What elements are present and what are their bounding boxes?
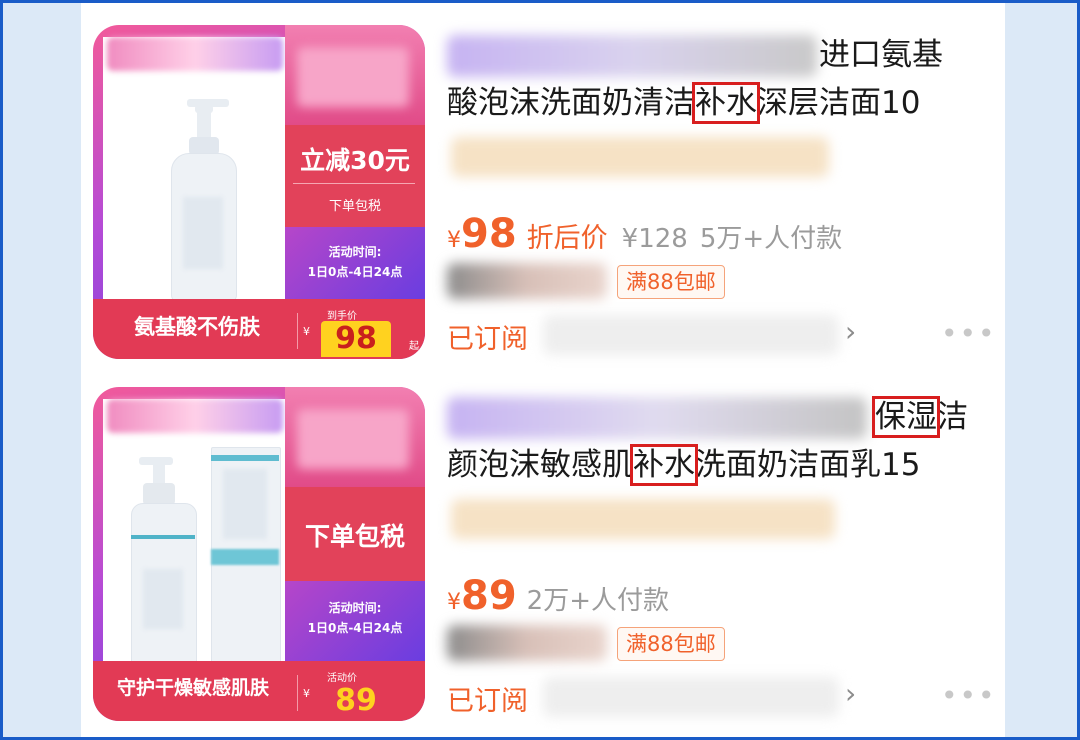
event-time-panel: 活动时间: 1日0点-4日24点: [285, 227, 425, 299]
product-title-line1[interactable]: 进口氨基: [447, 31, 1080, 79]
subscribed-status[interactable]: 已订阅: [447, 679, 528, 718]
product-slogan: 氨基酸不伤肤: [134, 315, 260, 339]
product-title-line2[interactable]: 酸泡沫洗面奶清洁补水深层洁面10: [447, 79, 1007, 127]
product-title-line2[interactable]: 颜泡沫敏感肌补水洗面奶洁面乳15: [447, 441, 1007, 489]
banner-price-suffix: 起: [409, 341, 419, 352]
product-info: 保湿洁 颜泡沫敏感肌补水洗面奶洁面乳15 ¥89 2万+人付款 满88包邮 已订阅…: [447, 383, 997, 727]
blurred-store-name: [447, 263, 607, 299]
original-price: ¥128: [621, 224, 688, 254]
blurred-store-link: [543, 315, 839, 355]
banner-price-caption: 到手价: [327, 311, 357, 322]
highlight-keyword: 补水: [692, 82, 760, 124]
promo-banner-top: [285, 25, 425, 125]
discount-text: 立减30元: [300, 146, 410, 175]
event-time-range: 1日0点-4日24点: [307, 621, 403, 635]
more-options-icon[interactable]: •••: [941, 317, 997, 350]
price-banner: 氨基酸不伤肤 ¥ 到手价 98 起: [93, 299, 425, 359]
product-card[interactable]: 立减30元 下单包税 活动时间: 1日0点-4日24点 氨基酸不伤肤 ¥ 到手价…: [81, 21, 1005, 365]
blurred-store-name: [447, 625, 607, 661]
product-card[interactable]: 下单包税 活动时间: 1日0点-4日24点 守护干燥敏感肌肤 ¥ 活动价 89: [81, 383, 1005, 727]
tax-included-text: 下单包税: [304, 522, 405, 551]
blurred-promo-line: [451, 499, 835, 539]
promo-banner-top: [285, 387, 425, 487]
highlight-keyword: 保湿: [872, 396, 940, 438]
discount-badge: 立减30元 下单包税: [285, 125, 425, 227]
event-time-label: 活动时间:: [328, 245, 382, 259]
sales-count: 5万+人付款: [699, 224, 843, 254]
currency-symbol: ¥: [447, 590, 461, 615]
more-options-icon[interactable]: •••: [941, 679, 997, 712]
event-time-range: 1日0点-4日24点: [307, 265, 403, 279]
price-row: ¥98 折后价 ¥128 5万+人付款: [447, 211, 843, 257]
blurred-store-link: [543, 677, 839, 717]
blurred-promo-line: [451, 137, 829, 177]
tax-included-text: 下单包税: [328, 199, 381, 214]
product-image[interactable]: 立减30元 下单包税 活动时间: 1日0点-4日24点 氨基酸不伤肤 ¥ 到手价…: [93, 25, 425, 359]
subscribed-status[interactable]: 已订阅: [447, 317, 528, 356]
price-banner: 守护干燥敏感肌肤 ¥ 活动价 89: [93, 661, 425, 721]
product-photo: [103, 399, 287, 675]
chevron-right-icon[interactable]: ›: [845, 677, 856, 710]
product-info: 进口氨基 酸泡沫洗面奶清洁补水深层洁面10 ¥98 折后价 ¥128 5万+人付款 满…: [447, 21, 997, 365]
discount-badge: 下单包税: [285, 487, 425, 581]
event-time-panel: 活动时间: 1日0点-4日24点: [285, 581, 425, 661]
product-photo: [103, 37, 287, 303]
current-price: 89: [461, 573, 517, 619]
banner-currency: ¥: [303, 325, 310, 338]
banner-price: 98: [321, 321, 391, 357]
price-row: ¥89 2万+人付款: [447, 573, 669, 619]
product-slogan: 守护干燥敏感肌肤: [116, 677, 269, 699]
after-discount-label: 折后价: [526, 223, 608, 254]
free-shipping-tag: 满88包邮: [617, 265, 725, 299]
chevron-right-icon[interactable]: ›: [845, 315, 856, 348]
product-image[interactable]: 下单包税 活动时间: 1日0点-4日24点 守护干燥敏感肌肤 ¥ 活动价 89: [93, 387, 425, 721]
product-title-line1[interactable]: 保湿洁: [447, 393, 1080, 441]
banner-currency: ¥: [303, 687, 310, 700]
banner-price: 89: [335, 683, 377, 718]
current-price: 98: [461, 211, 517, 257]
highlight-keyword: 补水: [630, 444, 698, 486]
screenshot-frame: 立减30元 下单包税 活动时间: 1日0点-4日24点 氨基酸不伤肤 ¥ 到手价…: [0, 0, 1080, 740]
product-list: 立减30元 下单包税 活动时间: 1日0点-4日24点 氨基酸不伤肤 ¥ 到手价…: [81, 3, 1005, 737]
free-shipping-tag: 满88包邮: [617, 627, 725, 661]
sales-count: 2万+人付款: [526, 586, 669, 616]
event-time-label: 活动时间:: [328, 601, 382, 615]
banner-price-caption: 活动价: [327, 673, 357, 684]
currency-symbol: ¥: [447, 228, 461, 253]
